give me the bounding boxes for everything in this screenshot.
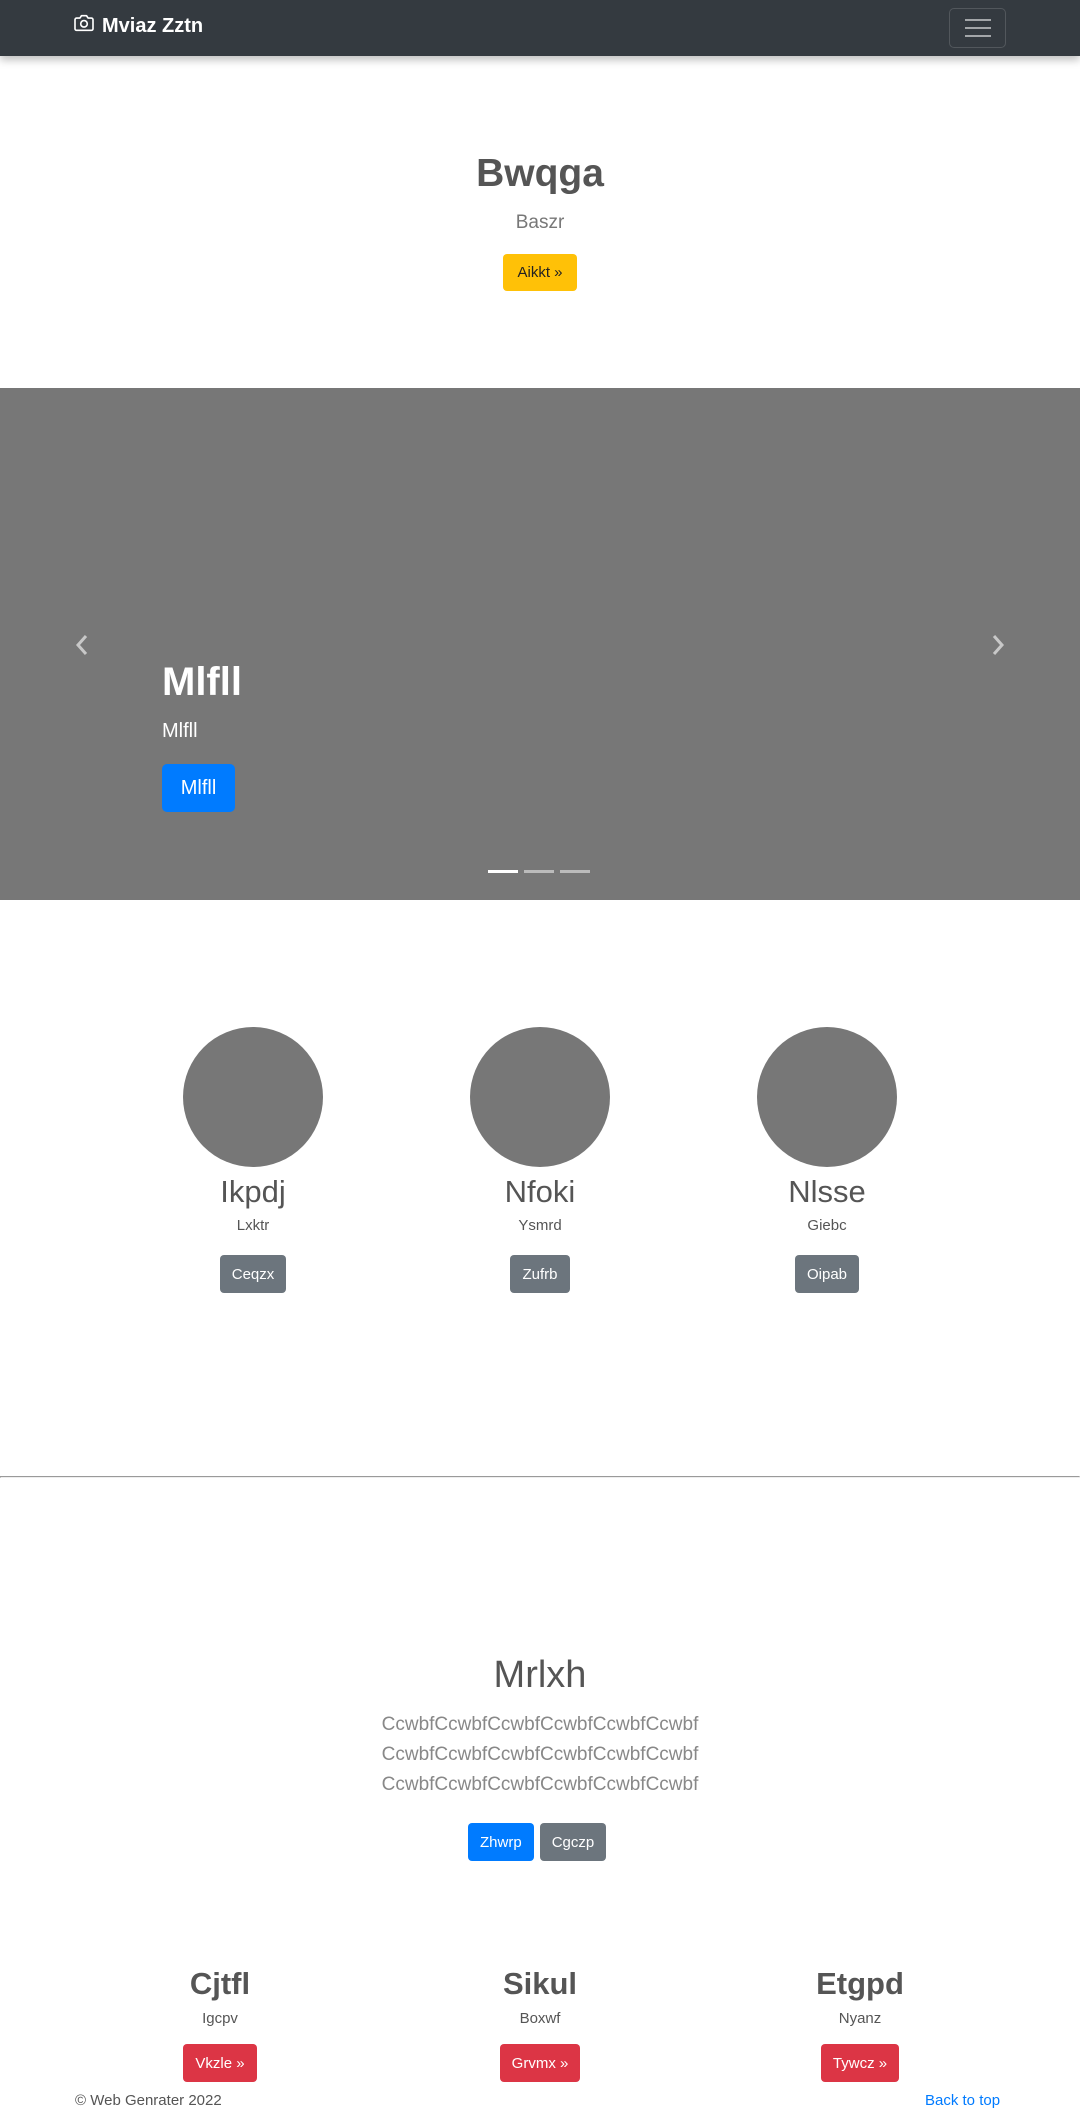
carousel-indicator-2[interactable]	[524, 870, 554, 873]
chevron-left-icon	[75, 635, 88, 655]
bottom-column-text: Boxwf	[519, 2010, 561, 2027]
featurette-secondary-button[interactable]: Cgczp	[539, 1823, 607, 1861]
hero-subtitle: Baszr	[515, 212, 565, 233]
column-text: Ysmrd	[518, 1217, 562, 1234]
bottom-column-1: Cjtfl Igcpv Vkzle »	[110, 1964, 330, 2082]
column-heading: Nfoki	[504, 1174, 576, 1209]
chevron-right-icon	[992, 635, 1005, 655]
bottom-column-text: Nyanz	[838, 2010, 882, 2027]
carousel-button[interactable]: Mlfll	[162, 764, 235, 812]
carousel-next-button[interactable]	[986, 632, 1010, 658]
marketing-column-1: Ikpdj Lxktr Ceqzx	[153, 1027, 353, 1293]
brand-name: Mviaz Zztn	[102, 14, 204, 37]
carousel-indicator-1[interactable]	[488, 870, 518, 873]
footer-copyright: © Web Genrater 2022	[75, 2092, 222, 2109]
column-button[interactable]: Ceqzx	[219, 1255, 287, 1293]
carousel-prev-button[interactable]	[70, 632, 94, 658]
column-text: Lxktr	[236, 1217, 270, 1234]
bottom-column-heading: Cjtfl	[189, 1966, 251, 2001]
back-to-top-link[interactable]: Back to top	[925, 2092, 1000, 2109]
carousel-indicators	[488, 870, 590, 873]
bottom-column-button[interactable]: Grvmx »	[499, 2044, 581, 2082]
featurette-line: CcwbfCcwbfCcwbfCcwbfCcwbfCcwbf	[381, 1744, 699, 1765]
carousel-subtitle: Mlfll	[162, 720, 198, 742]
hero-title: Bwqga	[476, 152, 604, 195]
bottom-column-heading: Etgpd	[816, 1966, 904, 2001]
placeholder-image	[757, 1027, 897, 1167]
navbar-toggler-button[interactable]	[949, 8, 1006, 48]
navbar: Mviaz Zztn	[0, 0, 1080, 56]
carousel-title: Mlfll	[162, 660, 242, 704]
featurette-primary-button[interactable]: Zhwrp	[468, 1823, 534, 1861]
column-text: Giebc	[807, 1217, 847, 1234]
column-button[interactable]: Zufrb	[510, 1255, 570, 1293]
carousel: Mlfll Mlfll Mlfll	[0, 388, 1080, 900]
column-heading: Ikpdj	[220, 1174, 286, 1209]
placeholder-image	[470, 1027, 610, 1167]
bottom-column-text: Igcpv	[202, 2010, 238, 2027]
featurette-line: CcwbfCcwbfCcwbfCcwbfCcwbfCcwbf	[381, 1714, 699, 1735]
featurette-text: CcwbfCcwbfCcwbfCcwbfCcwbfCcwbf CcwbfCcwb…	[0, 1710, 1080, 1800]
camera-icon	[74, 14, 102, 38]
column-button[interactable]: Oipab	[794, 1255, 860, 1293]
bottom-column-button[interactable]: Vkzle »	[183, 2044, 257, 2082]
section-divider	[0, 1476, 1080, 1478]
carousel-indicator-3[interactable]	[560, 870, 590, 873]
bottom-column-heading: Sikul	[502, 1966, 578, 2001]
column-heading: Nlsse	[788, 1174, 866, 1209]
featurette-title: Mrlxh	[493, 1654, 587, 1696]
bottom-column-button[interactable]: Tywcz »	[820, 2044, 900, 2082]
marketing-column-3: Nlsse Giebc Oipab	[727, 1027, 927, 1293]
bottom-column-2: Sikul Boxwf Grvmx »	[430, 1964, 650, 2082]
brand-link[interactable]: Mviaz Zztn	[74, 14, 203, 38]
hamburger-menu-icon	[964, 19, 991, 21]
marketing-column-2: Nfoki Ysmrd Zufrb	[440, 1027, 640, 1293]
bottom-column-3: Etgpd Nyanz Tywcz »	[750, 1964, 970, 2082]
hero-button[interactable]: Aikkt »	[503, 254, 577, 291]
placeholder-image	[183, 1027, 323, 1167]
featurette-buttons: Zhwrp Cgczp	[468, 1823, 607, 1861]
featurette-line: CcwbfCcwbfCcwbfCcwbfCcwbfCcwbf	[381, 1774, 699, 1795]
